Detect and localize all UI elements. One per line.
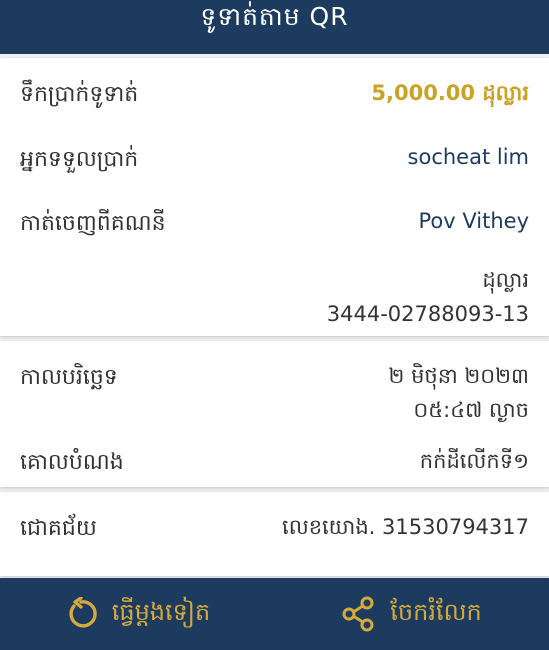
purpose-value: កក់ដីលើកទី១	[419, 449, 529, 473]
time-value: ០៥:៤៧ ល្ងាច	[413, 398, 529, 422]
purpose-label: គោលបំណង	[20, 450, 124, 475]
amount-row: ទឹកប្រាក់ទូទាត់ 5,000.00 ដុល្លារ	[0, 80, 549, 112]
date-row: កាលបរិច្ឆេទ ២ មិថុនា ២០២៣ ០៥:៤៧ ល្ងាច	[0, 359, 549, 427]
header-bar: ទូទាត់តាម QR	[0, 0, 549, 54]
share-icon	[340, 596, 376, 632]
status-label: ជោគជ័យ	[20, 516, 97, 541]
source-account-label: កាត់ចេញពីគណនី	[20, 211, 166, 236]
date-label: កាលបរិច្ឆេទ	[20, 365, 118, 390]
transaction-meta-card: កាលបរិច្ឆេទ ២ មិថុនា ២០២៣ ០៥:៤៧ ល្ងាច គោ…	[0, 341, 549, 487]
amount-label: ទឹកប្រាក់ទូទាត់	[20, 82, 139, 107]
receiver-value: socheat lim	[407, 145, 529, 169]
refresh-icon	[64, 597, 98, 631]
reference-number: លេខយោង. 31530794317	[282, 515, 529, 539]
account-detail: ដុល្លារ 3444-02788093-13	[327, 263, 529, 331]
status-card: ជោគជ័យ លេខយោង. 31530794317	[0, 492, 549, 576]
account-currency: ដុល្លារ	[482, 268, 529, 292]
date-value: ២ មិថុនា ២០២៣	[388, 364, 530, 388]
payment-details-card: ទឹកប្រាក់ទូទាត់ 5,000.00 ដុល្លារ អ្នកទទួ…	[0, 58, 549, 336]
page-title: ទូទាត់តាម QR	[200, 2, 349, 31]
status-row: ជោគជ័យ លេខយោង. 31530794317	[0, 514, 549, 546]
repeat-button[interactable]: ធ្វើម្តងទៀត	[0, 578, 274, 650]
source-account-row: កាត់ចេញពីគណនី Pov Vithey	[0, 209, 549, 241]
amount-value: 5,000.00 ដុល្លារ	[371, 81, 529, 105]
source-account-name: Pov Vithey	[418, 209, 530, 233]
share-label: ចែករំលែក	[390, 597, 482, 626]
date-time: ២ មិថុនា ២០២៣ ០៥:៤៧ ល្ងាច	[389, 359, 530, 427]
share-button[interactable]: ចែករំលែក	[274, 578, 548, 650]
account-detail-row: ដុល្លារ 3444-02788093-13	[0, 263, 549, 331]
account-number: 3444-02788093-13	[326, 302, 529, 326]
receiver-label: អ្នកទទួលប្រាក់	[20, 147, 139, 172]
receiver-row: អ្នកទទួលប្រាក់ socheat lim	[0, 145, 549, 177]
footer-action-bar: ធ្វើម្តងទៀត ចែករំលែក	[0, 578, 549, 650]
purpose-row: គោលបំណង កក់ដីលើកទី១	[0, 448, 549, 480]
repeat-label: ធ្វើម្តងទៀត	[111, 597, 211, 626]
